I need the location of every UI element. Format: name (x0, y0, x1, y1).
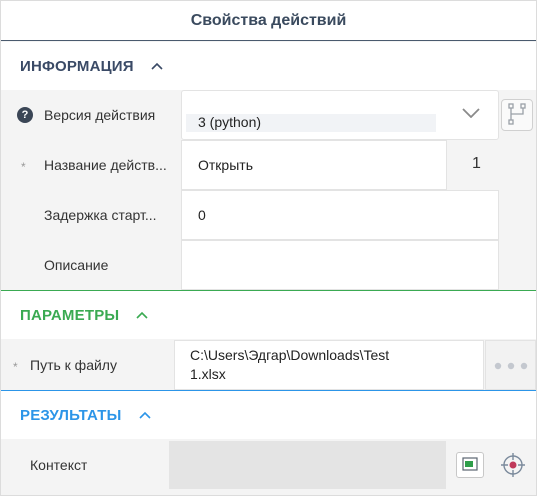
target-button[interactable] (499, 452, 527, 480)
section-results-label: РЕЗУЛЬТАТЫ (20, 406, 122, 424)
section-params-header: ПАРАМЕТРЫ (1, 291, 536, 339)
version-value: 3 (python) (198, 114, 262, 130)
version-row: ? Версия действия 3 (python) (1, 90, 536, 140)
section-info-header: ИНФОРМАЦИЯ (1, 42, 536, 90)
name-label: Название действ... (44, 157, 167, 173)
context-row: Контекст (1, 440, 536, 490)
chevron-up-icon[interactable] (138, 408, 152, 422)
file-path-label: Путь к файлу (30, 357, 117, 373)
file-path-input[interactable]: C:\Users\Эдгар\Downloads\Test 1.xlsx (174, 340, 484, 390)
section-results-header: РЕЗУЛЬТАТЫ (1, 391, 536, 439)
branch-button[interactable] (501, 99, 533, 131)
help-icon[interactable]: ? (17, 107, 33, 123)
delay-value: 0 (198, 207, 206, 223)
version-dropdown[interactable]: 3 (python) (181, 90, 499, 140)
context-label: Контекст (30, 457, 88, 473)
more-dots-icon (494, 357, 528, 373)
version-label: Версия действия (44, 107, 156, 123)
section-info-label: ИНФОРМАЦИЯ (20, 57, 134, 75)
required-marker: * (13, 360, 18, 374)
variable-icon (462, 456, 478, 474)
file-path-value-line2: 1.xlsx (190, 366, 226, 382)
file-path-value-line1: C:\Users\Эдгар\Downloads\Test (190, 347, 390, 363)
delay-row: Задержка старт... 0 (1, 190, 536, 240)
section-params-label: ПАРАМЕТРЫ (20, 306, 120, 324)
panel-header: Свойства действий (1, 1, 536, 41)
delay-input[interactable]: 0 (181, 190, 499, 240)
action-properties-panel: Свойства действий ИНФОРМАЦИЯ ? Версия де… (0, 0, 537, 496)
description-label: Описание (44, 257, 109, 273)
chevron-up-icon[interactable] (135, 308, 149, 322)
variable-button[interactable] (456, 452, 484, 478)
description-row: Описание (1, 240, 536, 290)
required-marker: * (21, 160, 26, 174)
panel-title: Свойства действий (190, 11, 347, 29)
target-icon (500, 452, 526, 481)
name-value: Открыть (198, 157, 253, 173)
browse-button[interactable] (485, 340, 536, 390)
file-path-row: * Путь к файлу C:\Users\Эдгар\Downloads\… (1, 340, 536, 390)
description-input[interactable] (181, 240, 499, 290)
chevron-down-icon (462, 105, 480, 121)
context-input[interactable] (169, 441, 446, 489)
name-input[interactable]: Открыть (181, 140, 447, 190)
name-counter: 1 (472, 155, 481, 172)
name-row: * Название действ... Открыть 1 (1, 140, 536, 190)
delay-label: Задержка старт... (44, 207, 157, 223)
chevron-up-icon[interactable] (150, 59, 164, 73)
branch-icon (507, 102, 527, 128)
